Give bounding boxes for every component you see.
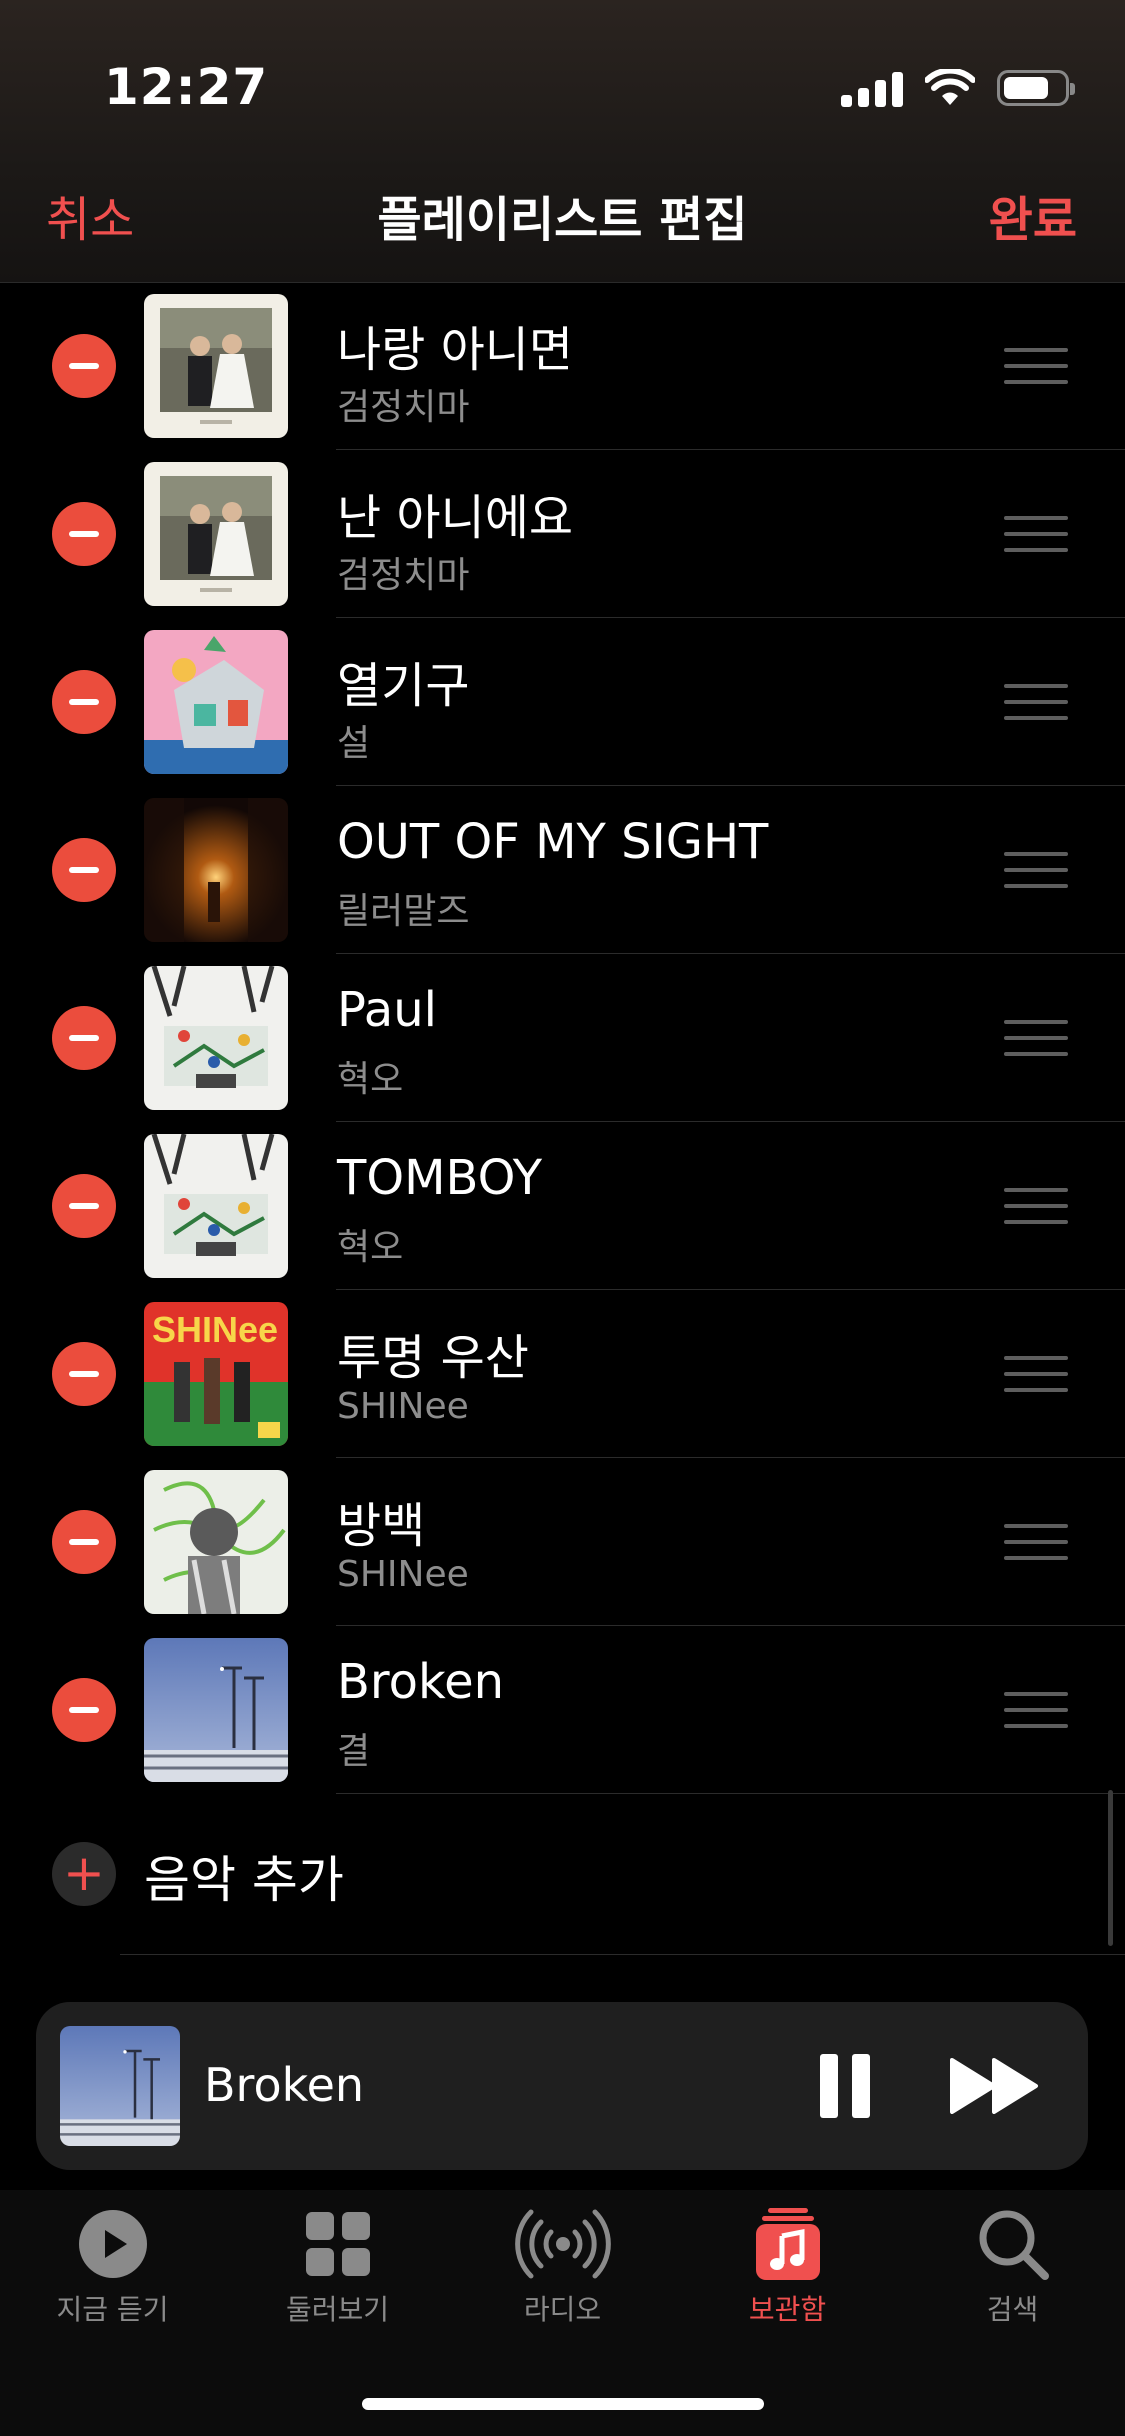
playlist-song-row[interactable]: 난 아니에요검정치마 bbox=[0, 450, 1125, 618]
album-artwork bbox=[144, 1470, 288, 1614]
reorder-handle-icon[interactable] bbox=[1004, 1184, 1068, 1228]
album-artwork bbox=[144, 630, 288, 774]
reorder-handle-icon[interactable] bbox=[1004, 344, 1068, 388]
playlist-song-row[interactable]: 나랑 아니면검정치마 bbox=[0, 282, 1125, 450]
remove-song-button[interactable] bbox=[52, 838, 116, 902]
song-artist: 설 bbox=[337, 723, 371, 764]
song-title: 난 아니에요 bbox=[337, 490, 574, 546]
plus-icon: + bbox=[52, 1842, 116, 1906]
reorder-handle-icon[interactable] bbox=[1004, 512, 1068, 556]
song-title: TOMBOY bbox=[337, 1150, 543, 1206]
playlist-song-row[interactable]: Broken 결 bbox=[0, 1626, 1125, 1794]
navigation-header: 12:27 취소 플레이리스트 편집 완료 bbox=[0, 0, 1125, 283]
tab-label: 둘러보기 bbox=[285, 2293, 390, 2326]
song-title: Paul bbox=[337, 982, 437, 1038]
status-time: 12:27 bbox=[104, 58, 269, 116]
svg-text:SHINee: SHINee bbox=[152, 1309, 278, 1350]
tab-library[interactable]: 보관함 bbox=[675, 2206, 900, 2346]
remove-song-button[interactable] bbox=[52, 502, 116, 566]
fast-forward-button[interactable] bbox=[950, 2058, 1040, 2114]
cellular-signal-icon bbox=[841, 69, 903, 107]
song-artist: SHINee bbox=[337, 1554, 469, 1595]
status-icons bbox=[841, 66, 1075, 110]
mini-player[interactable]: Broken bbox=[36, 2002, 1088, 2170]
divider bbox=[120, 1954, 1125, 1955]
remove-song-button[interactable] bbox=[52, 1006, 116, 1070]
page-title: 플레이리스트 편집 bbox=[377, 192, 748, 248]
radio-waves-icon bbox=[514, 2209, 611, 2279]
playlist-song-row[interactable]: TOMBOY 혁오 bbox=[0, 1122, 1125, 1290]
tab-label: 보관함 bbox=[748, 2293, 827, 2326]
scrollbar[interactable] bbox=[1108, 1790, 1113, 1946]
album-artwork bbox=[144, 798, 288, 942]
now-playing-title: Broken bbox=[204, 2058, 365, 2112]
song-artist: 혁오 bbox=[337, 1059, 404, 1100]
playlist-song-row[interactable]: 방백 SHINee bbox=[0, 1458, 1125, 1626]
tab-search[interactable]: 검색 bbox=[900, 2206, 1125, 2346]
add-music-label: 음악 추가 bbox=[144, 1851, 344, 1909]
reorder-handle-icon[interactable] bbox=[1004, 1688, 1068, 1732]
search-icon bbox=[979, 2210, 1049, 2280]
playlist-song-row[interactable]: Paul 혁오 bbox=[0, 954, 1125, 1122]
playlist-song-row[interactable]: SHINee 투명 우산 SHINee bbox=[0, 1290, 1125, 1458]
album-artwork bbox=[144, 966, 288, 1110]
tab-label: 라디오 bbox=[523, 2293, 602, 2326]
tab-label: 검색 bbox=[986, 2293, 1039, 2326]
song-artist: 검정치마 bbox=[337, 387, 470, 428]
song-artist: 결 bbox=[337, 1731, 371, 1772]
cancel-button[interactable]: 취소 bbox=[46, 180, 134, 250]
song-title: 방백 bbox=[337, 1498, 426, 1554]
remove-song-button[interactable] bbox=[52, 1510, 116, 1574]
now-playing-artwork bbox=[60, 2026, 180, 2146]
song-title: 나랑 아니면 bbox=[337, 322, 574, 378]
song-artist: SHINee bbox=[337, 1386, 469, 1427]
playlist-song-row[interactable]: OUT OF MY SIGHT 릴러말즈 bbox=[0, 786, 1125, 954]
wifi-icon bbox=[925, 69, 975, 105]
tab-label: 지금 듣기 bbox=[56, 2293, 169, 2326]
remove-song-button[interactable] bbox=[52, 670, 116, 734]
song-title: OUT OF MY SIGHT bbox=[337, 814, 769, 870]
tab-radio[interactable]: 라디오 bbox=[450, 2206, 675, 2346]
song-artist: 검정치마 bbox=[337, 555, 470, 596]
reorder-handle-icon[interactable] bbox=[1004, 1352, 1068, 1396]
music-library-icon bbox=[755, 2208, 820, 2280]
add-music-button[interactable]: + 음악 추가 bbox=[0, 1794, 1125, 1955]
remove-song-button[interactable] bbox=[52, 1342, 116, 1406]
album-artwork bbox=[144, 1134, 288, 1278]
album-artwork: SHINee bbox=[144, 1302, 288, 1446]
pause-button[interactable] bbox=[816, 2054, 872, 2118]
song-artist: 릴러말즈 bbox=[337, 891, 470, 932]
remove-song-button[interactable] bbox=[52, 1678, 116, 1742]
reorder-handle-icon[interactable] bbox=[1004, 680, 1068, 724]
album-artwork bbox=[144, 294, 288, 438]
reorder-handle-icon[interactable] bbox=[1004, 848, 1068, 892]
remove-song-button[interactable] bbox=[52, 334, 116, 398]
grid-icon bbox=[305, 2212, 370, 2276]
reorder-handle-icon[interactable] bbox=[1004, 1016, 1068, 1060]
album-artwork bbox=[144, 462, 288, 606]
playlist-song-row[interactable]: 열기구설 bbox=[0, 618, 1125, 786]
album-artwork bbox=[144, 1638, 288, 1782]
battery-icon bbox=[997, 70, 1075, 106]
home-indicator[interactable] bbox=[362, 2398, 764, 2410]
tab-browse[interactable]: 둘러보기 bbox=[225, 2206, 450, 2346]
play-circle-icon bbox=[78, 2210, 147, 2278]
tab-listen-now[interactable]: 지금 듣기 bbox=[0, 2206, 225, 2346]
reorder-handle-icon[interactable] bbox=[1004, 1520, 1068, 1564]
playlist-song-list: 나랑 아니면 검정치마 난 아니에요 검정치마 열기구 설 OUT OF MY SIGHT 릴… bbox=[0, 282, 1125, 1794]
song-title: Broken bbox=[337, 1654, 505, 1710]
done-button[interactable]: 완료 bbox=[989, 180, 1077, 250]
song-artist: 혁오 bbox=[337, 1227, 404, 1268]
song-title: 투명 우산 bbox=[337, 1330, 529, 1386]
song-title: 열기구 bbox=[337, 658, 470, 714]
remove-song-button[interactable] bbox=[52, 1174, 116, 1238]
